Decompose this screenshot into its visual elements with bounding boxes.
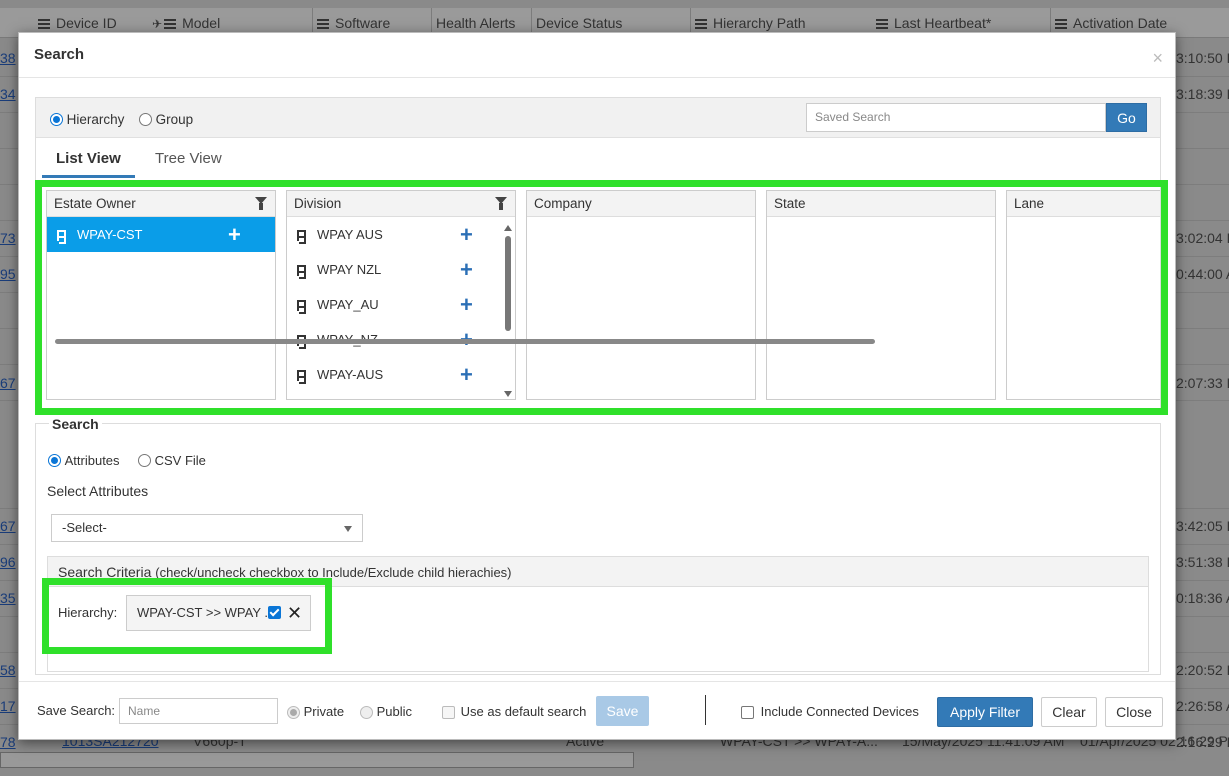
checkbox-icon bbox=[741, 706, 754, 720]
scope-group-radio[interactable]: Group bbox=[139, 111, 193, 127]
highlight-frame-criteria bbox=[42, 578, 332, 654]
hamburger-icon bbox=[38, 19, 50, 30]
saved-search-input[interactable]: Saved Search bbox=[806, 103, 1106, 132]
bg-row-date: 3:02:04 P bbox=[1176, 230, 1229, 246]
checkbox-icon bbox=[442, 706, 455, 720]
hamburger-icon bbox=[1055, 19, 1067, 30]
bg-row-date: 0:44:00 A bbox=[1176, 266, 1229, 282]
bg-row-date: 2:26:58 A bbox=[1176, 698, 1229, 714]
footer-separator bbox=[705, 695, 706, 725]
bg-row-link[interactable]: 96 bbox=[0, 554, 18, 570]
search-modal: Search × Hierarchy Group Saved Search Go… bbox=[18, 32, 1176, 740]
attributes-radio[interactable]: Attributes bbox=[48, 452, 120, 468]
bg-row-link[interactable]: 78 bbox=[0, 734, 18, 750]
scope-hierarchy-radio[interactable]: Hierarchy bbox=[50, 111, 124, 127]
bg-row-date: 3:51:38 P bbox=[1176, 554, 1229, 570]
divider bbox=[19, 77, 1175, 78]
radio-icon bbox=[139, 113, 152, 127]
radio-icon bbox=[48, 454, 61, 468]
hamburger-icon bbox=[164, 19, 177, 30]
search-legend: Search bbox=[49, 416, 102, 432]
save-button[interactable]: Save bbox=[596, 696, 649, 726]
bg-horizontal-scrollbar[interactable] bbox=[0, 752, 634, 768]
bg-row-date: 2:07:33 P bbox=[1176, 375, 1229, 391]
radio-icon bbox=[360, 706, 373, 720]
save-name-input[interactable]: Name bbox=[119, 698, 278, 724]
public-radio[interactable]: Public bbox=[360, 704, 412, 720]
close-button[interactable]: Close bbox=[1105, 697, 1163, 727]
bg-row-link[interactable]: 95 bbox=[0, 266, 18, 282]
private-radio[interactable]: Private bbox=[287, 704, 344, 720]
hamburger-icon bbox=[876, 19, 888, 30]
modal-title: Search bbox=[34, 46, 85, 63]
csv-file-radio[interactable]: CSV File bbox=[138, 452, 206, 468]
radio-icon bbox=[138, 454, 151, 468]
footer-divider bbox=[19, 681, 1175, 682]
chevron-down-icon bbox=[344, 526, 352, 532]
scope-bar: Hierarchy Group Saved Search Go bbox=[36, 98, 1160, 138]
tab-list-view[interactable]: List View bbox=[42, 150, 135, 178]
default-search-checkbox[interactable]: Use as default search bbox=[442, 704, 586, 720]
bg-row-date: 3:42:05 P bbox=[1176, 518, 1229, 534]
bg-row-link[interactable]: 73 bbox=[0, 230, 18, 246]
bg-row-date: 0:18:36 A bbox=[1176, 590, 1229, 606]
bg-row-link[interactable]: 35 bbox=[0, 590, 18, 606]
bg-row-link[interactable]: 67 bbox=[0, 375, 18, 391]
apply-filter-button[interactable]: Apply Filter bbox=[937, 697, 1033, 727]
radio-icon bbox=[50, 113, 63, 127]
radio-icon bbox=[287, 706, 300, 720]
bg-row-link[interactable]: 17 bbox=[0, 698, 18, 714]
bg-row-date: 3:18:39 P bbox=[1176, 86, 1229, 102]
pin-icon: ✈ bbox=[152, 17, 163, 31]
attributes-select[interactable]: -Select- bbox=[51, 514, 363, 542]
hamburger-icon bbox=[695, 19, 707, 30]
bg-row-link[interactable]: 34 bbox=[0, 86, 18, 102]
include-connected-checkbox[interactable]: Include Connected Devices bbox=[741, 704, 919, 720]
save-search-label: Save Search: bbox=[37, 703, 116, 718]
tab-tree-view[interactable]: Tree View bbox=[155, 150, 222, 175]
hamburger-icon bbox=[317, 19, 329, 30]
close-icon[interactable]: × bbox=[1152, 49, 1163, 67]
highlight-frame-columns bbox=[35, 180, 1168, 415]
bg-row-link[interactable]: 38 bbox=[0, 50, 18, 66]
go-button[interactable]: Go bbox=[1106, 103, 1147, 132]
select-attributes-label: Select Attributes bbox=[47, 483, 149, 499]
bg-row-link[interactable]: 58 bbox=[0, 662, 18, 678]
clear-button[interactable]: Clear bbox=[1041, 697, 1097, 727]
bg-row-date: 3:10:50 P bbox=[1176, 50, 1229, 66]
bg-row-link[interactable]: 67 bbox=[0, 518, 18, 534]
bg-row-date: 2:20:52 P bbox=[1176, 662, 1229, 678]
